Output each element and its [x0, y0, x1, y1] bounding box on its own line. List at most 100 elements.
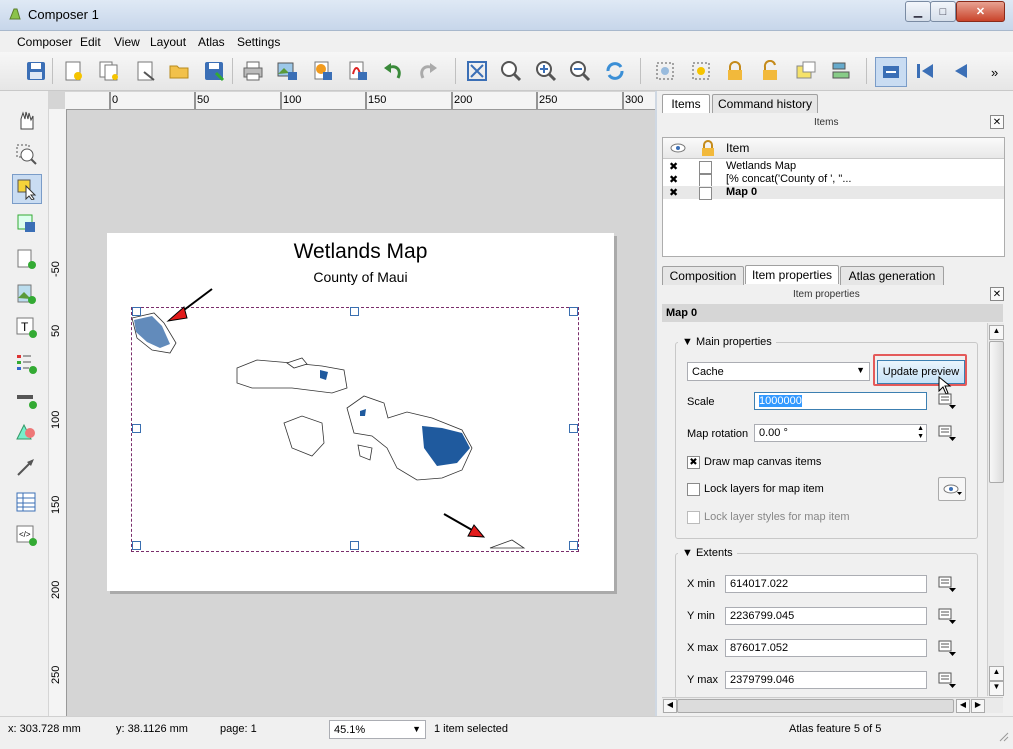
main-properties-toggle[interactable]: ▼ Main properties [678, 336, 776, 348]
props-horizontal-scrollbar[interactable]: ◀ ◀ ▶ [662, 697, 1003, 713]
zoom-out-icon[interactable] [567, 58, 593, 84]
lock-styles-checkbox[interactable] [687, 511, 700, 524]
save-icon[interactable] [23, 58, 49, 84]
atlas-preview-icon[interactable] [875, 57, 907, 87]
move-content-icon[interactable] [12, 209, 40, 237]
previous-feature-icon[interactable] [947, 58, 973, 84]
zoom-in-icon[interactable] [533, 58, 559, 84]
list-item[interactable]: ✖ Map 0 [663, 186, 1004, 200]
draw-canvas-items-checkbox[interactable]: ✖ [687, 456, 700, 469]
menu-settings[interactable]: Settings [237, 35, 280, 49]
items-table[interactable]: Item ✖ Wetlands Map ✖ [% concat('County … [662, 137, 1005, 257]
item-column-header: Item [723, 138, 1004, 159]
raise-items-icon[interactable] [793, 58, 819, 84]
print-icon[interactable] [240, 58, 266, 84]
minimize-button[interactable]: ▁ [905, 1, 931, 22]
map-rotation-spinbox[interactable]: 0.00 ° ▲ ▼ [754, 424, 927, 442]
lock-layers-checkbox[interactable] [687, 483, 700, 496]
composer-manager-icon[interactable] [132, 58, 158, 84]
resize-handle-br[interactable] [569, 541, 578, 550]
add-label-icon[interactable]: T [12, 313, 40, 341]
visible-check-icon[interactable]: ✖ [669, 186, 678, 199]
group-items-icon[interactable] [652, 58, 678, 84]
first-feature-icon[interactable] [912, 58, 938, 84]
data-defined-override-icon[interactable] [937, 606, 957, 626]
zoom-actual-icon[interactable] [498, 58, 524, 84]
data-defined-override-icon[interactable] [937, 423, 957, 443]
refresh-icon[interactable] [602, 58, 628, 84]
map-subtitle-label[interactable]: County of Maui [107, 269, 614, 285]
duplicate-composer-icon[interactable] [96, 58, 122, 84]
resize-handle-tr[interactable] [569, 307, 578, 316]
visible-check-icon[interactable]: ✖ [669, 173, 678, 186]
unlock-icon[interactable] [757, 58, 783, 84]
maximize-button[interactable]: □ [930, 1, 956, 22]
data-defined-override-icon[interactable] [937, 391, 957, 411]
close-button[interactable]: ✕ [956, 1, 1005, 22]
add-arrow-icon[interactable] [12, 453, 40, 481]
export-image-icon[interactable] [274, 58, 300, 84]
resize-handle-top[interactable] [350, 307, 359, 316]
undo-icon[interactable] [380, 58, 406, 84]
layers-visibility-icon[interactable] [938, 477, 966, 501]
select-move-icon[interactable] [12, 174, 42, 204]
data-defined-override-icon[interactable] [937, 670, 957, 690]
data-defined-override-icon[interactable] [937, 574, 957, 594]
tab-atlas-generation[interactable]: Atlas generation [840, 266, 944, 285]
redo-icon[interactable] [415, 58, 441, 84]
menu-atlas[interactable]: Atlas [198, 35, 225, 49]
menu-layout[interactable]: Layout [150, 35, 186, 49]
zoom-combobox[interactable]: 45.1% ▼ [329, 720, 426, 739]
resize-handle-tl[interactable] [132, 307, 141, 316]
add-shape-icon[interactable] [12, 418, 40, 446]
lock-checkbox[interactable] [699, 187, 712, 200]
add-image-icon[interactable] [12, 280, 40, 308]
resize-handle-right[interactable] [569, 424, 578, 433]
xmax-input[interactable]: 876017.052 [725, 639, 927, 657]
data-defined-override-icon[interactable] [937, 638, 957, 658]
close-props-panel-icon[interactable]: ✕ [990, 287, 1004, 301]
export-svg-icon[interactable] [309, 58, 335, 84]
zoom-full-icon[interactable] [464, 58, 490, 84]
tab-command-history[interactable]: Command history [712, 94, 818, 113]
zoom-tool-icon[interactable] [12, 140, 40, 168]
xmin-input[interactable]: 614017.022 [725, 575, 927, 593]
pan-icon[interactable] [12, 106, 40, 134]
open-template-icon[interactable] [166, 58, 192, 84]
ymin-input[interactable]: 2236799.045 [725, 607, 927, 625]
align-items-icon[interactable] [828, 58, 854, 84]
add-table-icon[interactable] [12, 488, 40, 516]
tab-items[interactable]: Items [662, 94, 710, 113]
list-item[interactable]: ✖ Wetlands Map [663, 160, 1004, 174]
tab-composition[interactable]: Composition [662, 266, 744, 285]
add-html-icon[interactable]: </> [12, 521, 40, 549]
menu-composer[interactable]: Composer [17, 35, 72, 49]
close-items-panel-icon[interactable]: ✕ [990, 115, 1004, 129]
menu-edit[interactable]: Edit [80, 35, 101, 49]
export-pdf-icon[interactable] [344, 58, 370, 84]
resize-handle-left[interactable] [132, 424, 141, 433]
props-vertical-scrollbar[interactable]: ▲ ▲ ▼ [987, 323, 1004, 696]
add-legend-icon[interactable] [12, 349, 40, 377]
h-ruler-200: 200 [454, 94, 473, 106]
resize-handle-bottom[interactable] [350, 541, 359, 550]
add-scalebar-icon[interactable] [12, 384, 40, 412]
cache-select[interactable]: Cache ▼ [687, 362, 870, 381]
menu-view[interactable]: View [114, 35, 140, 49]
list-item[interactable]: ✖ [% concat('County of ', "... [663, 173, 1004, 187]
map-title-label[interactable]: Wetlands Map [107, 240, 614, 264]
tab-item-properties[interactable]: Item properties [745, 265, 839, 284]
ymax-input[interactable]: 2379799.046 [725, 671, 927, 689]
visible-check-icon[interactable]: ✖ [669, 160, 678, 173]
add-map-icon[interactable] [12, 245, 40, 273]
toolbar-overflow-icon[interactable]: » [991, 65, 998, 80]
map-item[interactable] [131, 307, 579, 552]
ungroup-items-icon[interactable] [688, 58, 714, 84]
extents-toggle[interactable]: ▼ Extents [678, 547, 737, 559]
scale-input[interactable]: 1000000 [754, 392, 927, 410]
resize-handle-bl[interactable] [132, 541, 141, 550]
new-composer-icon[interactable] [60, 58, 86, 84]
resize-grip-icon[interactable] [998, 731, 1010, 743]
save-template-icon[interactable] [201, 58, 227, 84]
lock-icon[interactable] [722, 58, 748, 84]
